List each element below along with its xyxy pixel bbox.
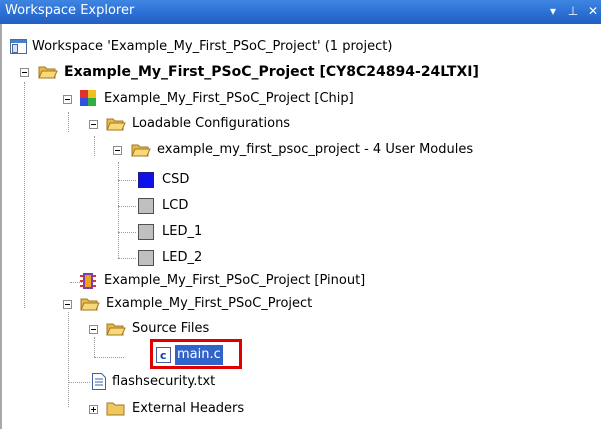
chip-label: Example_My_First_PSoC_Project [Chip] xyxy=(104,91,354,106)
collapse-toggle[interactable] xyxy=(63,95,72,104)
panel-titlebar: Workspace Explorer ▾ ⊥ ✕ xyxy=(0,0,601,24)
tree-item-module[interactable]: LCD xyxy=(138,195,190,217)
external-headers-label: External Headers xyxy=(132,401,245,416)
loadable-label: Loadable Configurations xyxy=(132,116,291,131)
module-label: LED_2 xyxy=(162,250,203,265)
module-inactive-icon xyxy=(138,250,154,266)
workspace-label: Workspace 'Example_My_First_PSoC_Project… xyxy=(32,39,393,54)
tree-line xyxy=(94,357,124,358)
tree-line xyxy=(118,180,136,181)
collapse-toggle[interactable] xyxy=(89,120,98,129)
tree-item-workspace[interactable]: Workspace 'Example_My_First_PSoC_Project… xyxy=(10,36,394,58)
pinout-icon xyxy=(80,273,96,289)
tree-line xyxy=(94,136,95,156)
text-file-icon xyxy=(92,373,106,390)
project-label: Example_My_First_PSoC_Project [CY8C24894… xyxy=(64,64,479,80)
tree-item-config[interactable]: example_my_first_psoc_project - 4 User M… xyxy=(131,139,475,161)
close-icon[interactable]: ✕ xyxy=(586,3,600,19)
tree-line xyxy=(94,337,95,357)
tree-line xyxy=(118,162,119,258)
module-label: LCD xyxy=(162,198,189,213)
source-files-label: Source Files xyxy=(132,321,210,336)
dropdown-icon[interactable]: ▾ xyxy=(546,3,560,19)
chip-icon xyxy=(80,90,96,106)
collapse-toggle[interactable] xyxy=(20,68,29,77)
tree-line xyxy=(68,382,90,383)
module-label: LED_1 xyxy=(162,224,203,239)
project-folder-label: Example_My_First_PSoC_Project xyxy=(106,296,313,311)
folder-closed-icon xyxy=(106,402,125,416)
tree-line xyxy=(24,82,25,308)
module-inactive-icon xyxy=(138,198,154,214)
folder-open-icon xyxy=(80,298,100,311)
tree-line xyxy=(118,258,136,259)
tree-item-external-headers[interactable]: External Headers xyxy=(106,398,246,420)
folder-open-icon xyxy=(38,66,58,79)
panel-border xyxy=(0,24,2,429)
tree-item-module[interactable]: CSD xyxy=(138,169,191,191)
panel-title: Workspace Explorer xyxy=(5,3,135,18)
tree-line xyxy=(68,112,69,132)
pinout-label: Example_My_First_PSoC_Project [Pinout] xyxy=(104,273,366,288)
tree-item-pinout[interactable]: Example_My_First_PSoC_Project [Pinout] xyxy=(80,270,367,292)
expand-toggle[interactable] xyxy=(89,405,98,414)
module-inactive-icon xyxy=(138,224,154,240)
collapse-toggle[interactable] xyxy=(89,325,98,334)
tree-item-module[interactable]: LED_1 xyxy=(138,221,204,243)
workspace-icon xyxy=(10,39,27,54)
flashsecurity-label: flashsecurity.txt xyxy=(112,374,216,389)
pin-icon[interactable]: ⊥ xyxy=(566,3,580,19)
config-label: example_my_first_psoc_project - 4 User M… xyxy=(157,142,474,157)
tree-item-chip[interactable]: Example_My_First_PSoC_Project [Chip] xyxy=(80,88,356,110)
module-label: CSD xyxy=(162,172,190,187)
collapse-toggle[interactable] xyxy=(63,300,72,309)
collapse-toggle[interactable] xyxy=(113,146,122,155)
module-active-icon xyxy=(138,172,154,188)
tree-item-module[interactable]: LED_2 xyxy=(138,247,204,269)
folder-open-icon xyxy=(106,323,126,336)
tree-item-source-files[interactable]: Source Files xyxy=(106,318,211,340)
tree-item-project-folder[interactable]: Example_My_First_PSoC_Project xyxy=(80,293,314,315)
tree-line xyxy=(68,312,69,407)
tree-item-loadable-configurations[interactable]: Loadable Configurations xyxy=(106,113,292,135)
tree-line xyxy=(118,206,136,207)
tree-line xyxy=(118,232,136,233)
folder-open-icon xyxy=(131,144,151,157)
tree-item-project[interactable]: Example_My_First_PSoC_Project [CY8C24894… xyxy=(38,61,481,83)
tree-item-flashsecurity[interactable]: flashsecurity.txt xyxy=(92,371,217,393)
highlight-box xyxy=(150,339,242,369)
folder-open-icon xyxy=(106,118,126,131)
